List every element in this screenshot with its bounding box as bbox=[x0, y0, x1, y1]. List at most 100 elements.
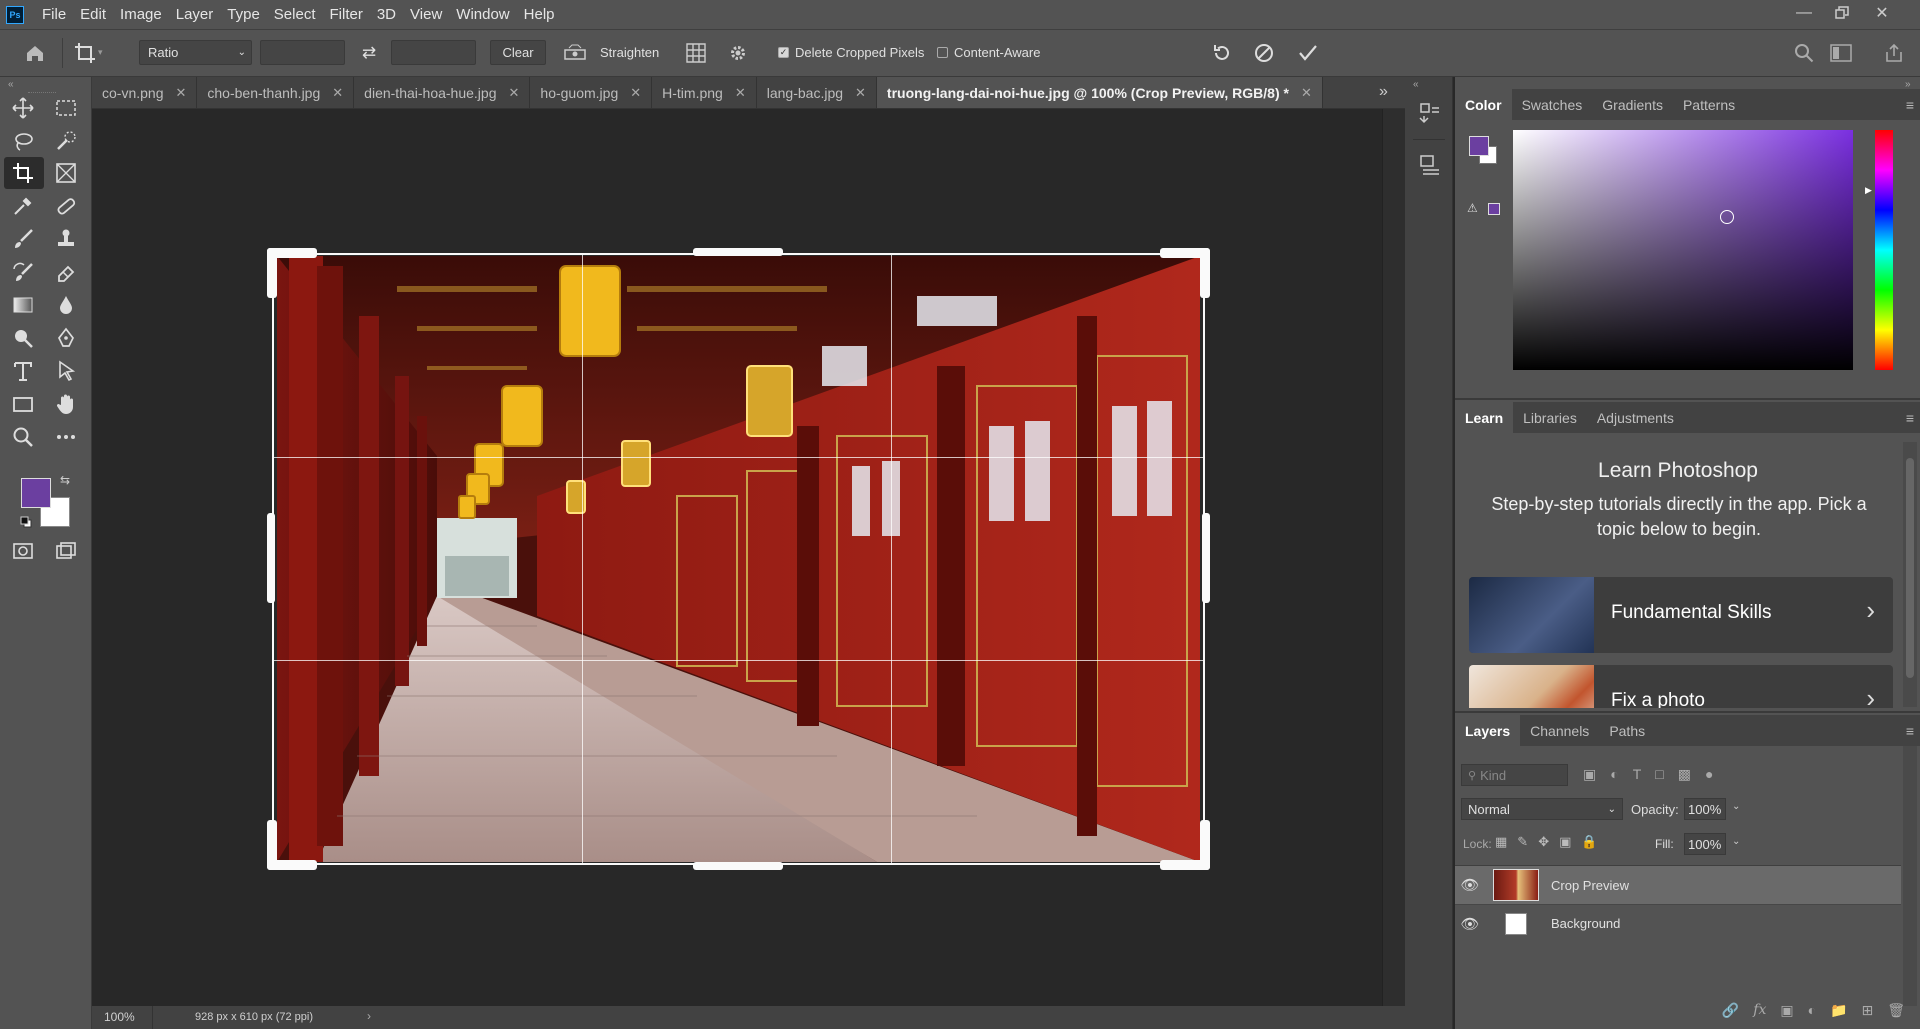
overlay-grid-icon[interactable] bbox=[686, 40, 710, 65]
crop-width-input[interactable] bbox=[260, 40, 345, 65]
crop-handle-top[interactable] bbox=[693, 248, 783, 256]
more-tools-icon[interactable] bbox=[51, 423, 81, 451]
vertical-scrollbar[interactable] bbox=[1382, 109, 1405, 1006]
menu-select[interactable]: Select bbox=[274, 6, 316, 23]
tab-adjustments[interactable]: Adjustments bbox=[1587, 402, 1684, 433]
brush-tool-icon[interactable] bbox=[8, 225, 38, 253]
hand-tool-icon[interactable] bbox=[51, 390, 81, 418]
menu-3d[interactable]: 3D bbox=[377, 6, 396, 23]
tab-gradients[interactable]: Gradients bbox=[1592, 89, 1673, 120]
zoom-level[interactable]: 100% bbox=[104, 1010, 135, 1024]
crop-handle-bottom[interactable] bbox=[693, 862, 783, 870]
menu-filter[interactable]: Filter bbox=[330, 6, 363, 23]
share-icon[interactable] bbox=[1884, 40, 1908, 65]
screen-mode-icon[interactable] bbox=[51, 537, 81, 565]
layer-effects-icon[interactable]: fx bbox=[1753, 1002, 1766, 1024]
lock-all-icon[interactable]: 🔒 bbox=[1581, 834, 1597, 850]
menu-file[interactable]: File bbox=[42, 6, 66, 23]
blur-tool-icon[interactable] bbox=[51, 291, 81, 319]
lasso-tool-icon[interactable] bbox=[8, 127, 38, 155]
layer-name[interactable]: Background bbox=[1551, 916, 1620, 931]
pen-tool-icon[interactable] bbox=[51, 324, 81, 352]
fill-input[interactable]: 100% bbox=[1684, 833, 1726, 855]
straighten-icon[interactable] bbox=[564, 40, 588, 65]
opacity-input[interactable]: 100% bbox=[1684, 798, 1726, 820]
adjustment-layer-icon[interactable]: ◐ bbox=[1808, 1002, 1816, 1024]
gamut-color-swatch[interactable] bbox=[1488, 203, 1500, 215]
panel-menu-icon[interactable]: ≡ bbox=[1906, 410, 1914, 426]
chevron-right-icon[interactable]: › bbox=[367, 1009, 371, 1023]
chevron-down-icon[interactable]: ⌄ bbox=[1732, 801, 1740, 812]
tab-learn[interactable]: Learn bbox=[1455, 402, 1514, 433]
restore-icon[interactable] bbox=[1822, 0, 1862, 26]
new-group-icon[interactable]: 📁 bbox=[1830, 1002, 1847, 1024]
type-filter-icon[interactable]: T bbox=[1633, 766, 1642, 786]
marquee-tool-icon[interactable] bbox=[51, 94, 81, 122]
quick-selection-tool-icon[interactable] bbox=[51, 127, 81, 155]
lock-artboard-icon[interactable]: ▣ bbox=[1559, 834, 1571, 850]
color-picker-cursor[interactable] bbox=[1720, 210, 1734, 224]
hue-slider[interactable] bbox=[1875, 130, 1893, 370]
dodge-tool-icon[interactable] bbox=[8, 324, 38, 352]
smart-object-filter-icon[interactable]: ▩ bbox=[1678, 766, 1691, 786]
tab-truong-lang-dai-noi-hue[interactable]: truong-lang-dai-noi-hue.jpg @ 100% (Crop… bbox=[876, 77, 1323, 108]
close-tab-icon[interactable]: ✕ bbox=[332, 85, 343, 101]
history-panel-icon[interactable] bbox=[1419, 102, 1441, 129]
menu-layer[interactable]: Layer bbox=[176, 6, 214, 23]
home-icon[interactable] bbox=[20, 40, 50, 65]
straighten-label[interactable]: Straighten bbox=[600, 40, 659, 65]
out-of-gamut-warning-icon[interactable]: ⚠ bbox=[1467, 201, 1478, 215]
learn-scrollbar[interactable] bbox=[1903, 442, 1917, 707]
eraser-tool-icon[interactable] bbox=[51, 258, 81, 286]
tab-paths[interactable]: Paths bbox=[1599, 715, 1655, 746]
close-tab-icon[interactable]: ✕ bbox=[175, 85, 186, 101]
color-field[interactable] bbox=[1513, 130, 1853, 370]
expand-dock-icon[interactable]: « bbox=[1413, 79, 1419, 90]
tab-h-tim[interactable]: H-tim.png ✕ bbox=[652, 77, 757, 108]
default-colors-icon[interactable] bbox=[20, 515, 32, 528]
close-tab-icon[interactable]: ✕ bbox=[735, 85, 746, 101]
swap-colors-icon[interactable]: ⇆ bbox=[60, 473, 70, 487]
tab-cho-ben-thanh[interactable]: cho-ben-thanh.jpg ✕ bbox=[197, 77, 355, 108]
crop-handle-bottom-right[interactable] bbox=[1200, 820, 1210, 870]
healing-brush-tool-icon[interactable] bbox=[51, 192, 81, 220]
chevron-down-icon[interactable]: ⌄ bbox=[1732, 836, 1740, 847]
clear-button[interactable]: Clear bbox=[490, 40, 546, 65]
clone-stamp-tool-icon[interactable] bbox=[51, 225, 81, 253]
layer-kind-filter[interactable]: ⚲ Kind bbox=[1461, 764, 1568, 786]
lock-image-icon[interactable]: ✎ bbox=[1517, 834, 1528, 850]
shape-filter-icon[interactable]: □ bbox=[1655, 766, 1663, 786]
frame-tool-icon[interactable] bbox=[51, 159, 81, 187]
lock-transparent-icon[interactable]: ▦ bbox=[1495, 834, 1507, 850]
crop-tool-preset-icon[interactable]: ▾ bbox=[74, 40, 114, 65]
tab-channels[interactable]: Channels bbox=[1520, 715, 1599, 746]
close-tab-icon[interactable]: ✕ bbox=[509, 85, 520, 101]
collapse-toolbar-icon[interactable]: « bbox=[8, 79, 14, 90]
pixel-filter-icon[interactable]: ▣ bbox=[1583, 766, 1596, 786]
delete-layer-icon[interactable]: 🗑 bbox=[1887, 1002, 1905, 1024]
tab-overflow-icon[interactable]: » bbox=[1379, 83, 1388, 101]
close-tab-icon[interactable]: ✕ bbox=[855, 85, 866, 101]
zoom-tool-icon[interactable] bbox=[8, 423, 38, 451]
reset-icon[interactable] bbox=[1212, 40, 1236, 65]
close-tab-icon[interactable]: ✕ bbox=[1301, 85, 1312, 101]
tab-patterns[interactable]: Patterns bbox=[1673, 89, 1745, 120]
minimize-icon[interactable]: — bbox=[1784, 0, 1824, 26]
menu-image[interactable]: Image bbox=[120, 6, 162, 23]
cancel-crop-icon[interactable] bbox=[1254, 40, 1278, 65]
quick-mask-icon[interactable] bbox=[8, 537, 38, 565]
gear-icon[interactable] bbox=[728, 40, 752, 65]
filter-toggle-icon[interactable]: ● bbox=[1705, 766, 1713, 786]
delete-cropped-pixels-checkbox[interactable]: ✓ Delete Cropped Pixels bbox=[778, 40, 924, 65]
menu-edit[interactable]: Edit bbox=[80, 6, 106, 23]
new-layer-icon[interactable]: ⊞ bbox=[1861, 1002, 1873, 1024]
tab-libraries[interactable]: Libraries bbox=[1513, 402, 1587, 433]
rectangle-tool-icon[interactable] bbox=[8, 390, 38, 418]
ratio-select[interactable]: Ratio ⌄ bbox=[139, 40, 252, 65]
panel-menu-icon[interactable]: ≡ bbox=[1906, 97, 1914, 113]
layer-row-crop-preview[interactable]: 👁 Crop Preview bbox=[1455, 866, 1901, 904]
history-brush-tool-icon[interactable] bbox=[8, 258, 38, 286]
crop-handle-bottom-left[interactable] bbox=[267, 820, 277, 870]
crop-handle-top-left[interactable] bbox=[267, 248, 277, 298]
blend-mode-select[interactable]: Normal ⌄ bbox=[1461, 798, 1623, 820]
